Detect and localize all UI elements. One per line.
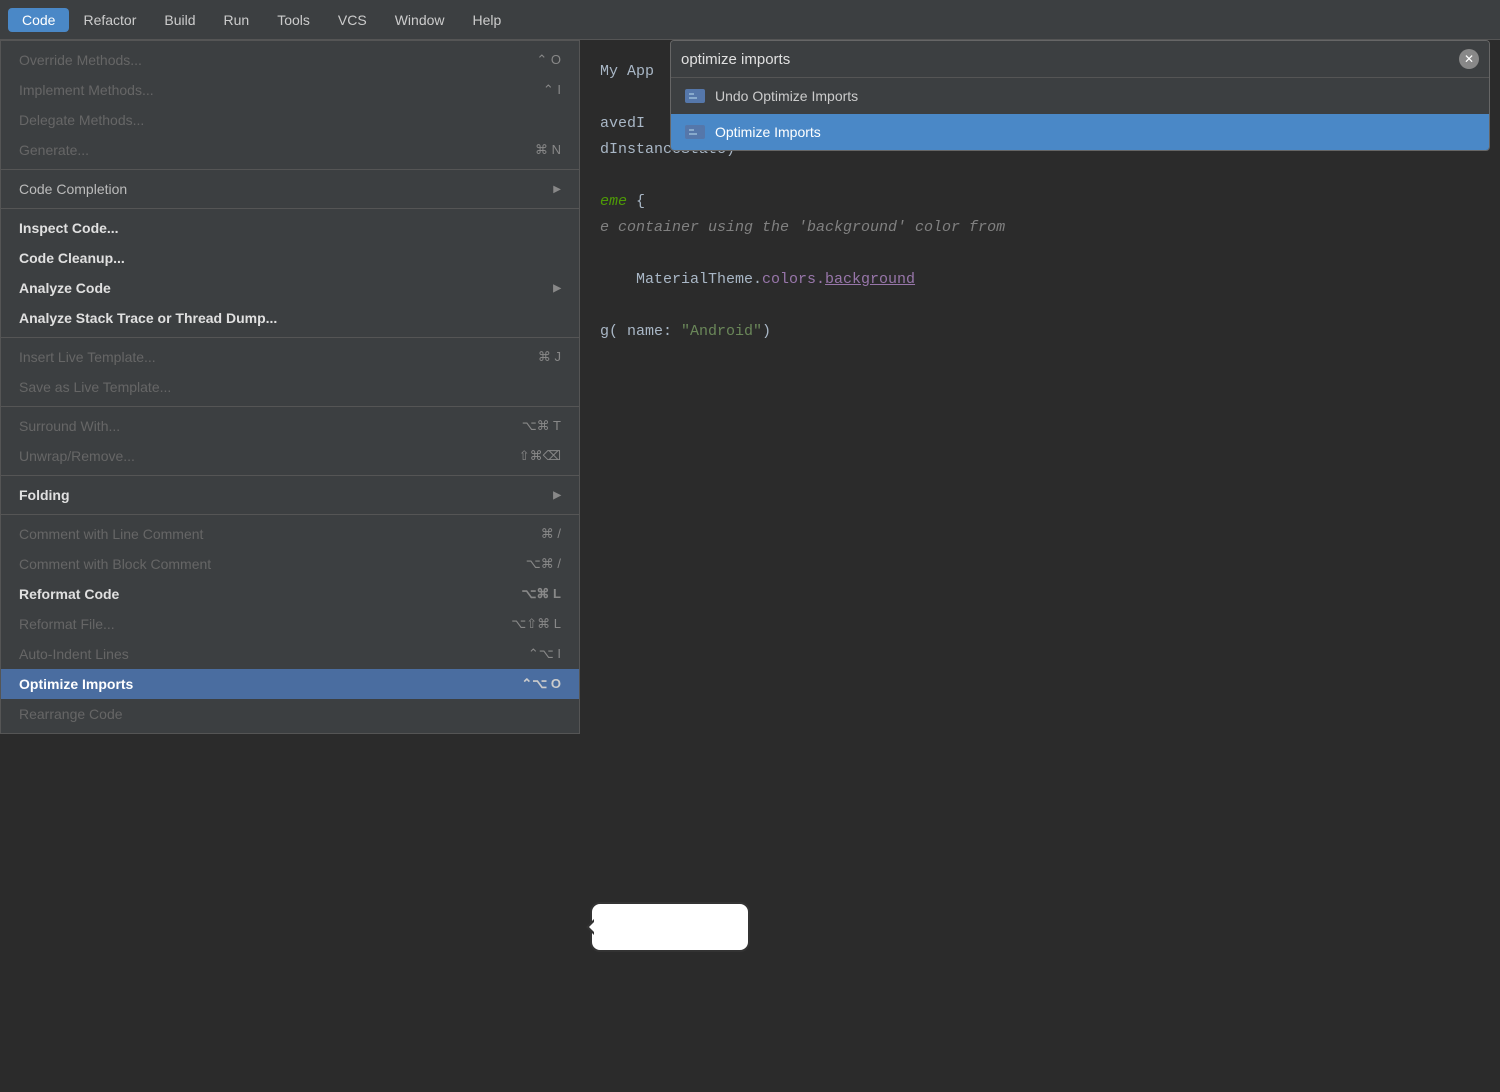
menu-item-surround-with[interactable]: Surround With... ⌥⌘ T [1,411,579,441]
chevron-right-icon: ▶ [553,283,561,294]
menu-item-shortcut: ⌥⇧⌘ L [511,616,561,632]
menu-item-label: Generate... [19,142,89,158]
menu-item-label: Optimize Imports [19,676,133,692]
menu-item-shortcut: ⌃⌥ O [521,676,561,692]
menu-item-shortcut: ⌘ J [538,349,561,365]
menu-item-auto-indent[interactable]: Auto-Indent Lines ⌃⌥ I [1,639,579,669]
menu-item-label: Rearrange Code [19,706,123,722]
code-line-7: e container using the 'background' color… [600,216,1480,240]
code-line-10 [600,294,1480,318]
menubar-item-window[interactable]: Window [381,8,459,32]
menu-item-shortcut: ⇧⌘⌫ [519,448,561,464]
menu-item-label: Inspect Code... [19,220,119,236]
result-icon [685,89,705,103]
menu-item-label: Analyze Stack Trace or Thread Dump... [19,310,277,326]
menu-item-delegate-methods[interactable]: Delegate Methods... [1,105,579,135]
separator-3 [1,337,579,338]
menu-item-label: Insert Live Template... [19,349,156,365]
menu-item-shortcut: ⌃⌥ I [528,646,561,662]
menu-item-folding[interactable]: Folding ▶ [1,480,579,510]
menubar-item-run[interactable]: Run [210,8,264,32]
code-line-5 [600,164,1480,188]
menu-item-code-cleanup[interactable]: Code Cleanup... [1,243,579,273]
menu-item-analyze-code[interactable]: Analyze Code ▶ [1,273,579,303]
menu-item-generate[interactable]: Generate... ⌘ N [1,135,579,165]
menu-item-unwrap-remove[interactable]: Unwrap/Remove... ⇧⌘⌫ [1,441,579,471]
menu-item-label: Delegate Methods... [19,112,144,128]
menu-item-shortcut: ⌥⌘ L [521,586,561,602]
separator-6 [1,514,579,515]
search-result-optimize[interactable]: Optimize Imports [671,114,1489,150]
separator-2 [1,208,579,209]
menubar: Code Refactor Build Run Tools VCS Window… [0,0,1500,40]
menubar-item-vcs[interactable]: VCS [324,8,381,32]
separator-4 [1,406,579,407]
menubar-item-code[interactable]: Code [8,8,69,32]
menu-item-label: Auto-Indent Lines [19,646,129,662]
menu-item-label: Analyze Code [19,280,111,296]
separator-1 [1,169,579,170]
menu-item-insert-live-template[interactable]: Insert Live Template... ⌘ J [1,342,579,372]
search-header: ✕ [671,41,1489,78]
search-close-button[interactable]: ✕ [1459,49,1479,69]
menu-item-label: Code Completion [19,181,127,197]
menu-item-comment-block[interactable]: Comment with Block Comment ⌥⌘ / [1,549,579,579]
menu-item-reformat-file[interactable]: Reformat File... ⌥⇧⌘ L [1,609,579,639]
menu-item-implement-methods[interactable]: Implement Methods... ⌃ I [1,75,579,105]
menu-item-comment-line[interactable]: Comment with Line Comment ⌘ / [1,519,579,549]
code-line-8 [600,242,1480,266]
menu-item-rearrange-code[interactable]: Rearrange Code [1,699,579,729]
menu-item-shortcut: ⌘ N [535,142,561,158]
result-icon [685,125,705,139]
menu-item-label: Comment with Block Comment [19,556,211,572]
menubar-item-build[interactable]: Build [150,8,209,32]
tooltip-bubble [590,902,750,952]
menu-item-code-completion[interactable]: Code Completion ▶ [1,174,579,204]
menu-item-shortcut: ⌥⌘ / [526,556,561,572]
result-label: Optimize Imports [715,124,821,140]
menubar-item-tools[interactable]: Tools [263,8,324,32]
menu-item-override-methods[interactable]: Override Methods... ⌃ O [1,45,579,75]
menu-item-label: Save as Live Template... [19,379,171,395]
menu-item-shortcut: ⌥⌘ T [522,418,561,434]
code-line-9: MaterialTheme.colors.background [600,268,1480,292]
menu-item-label: Surround With... [19,418,120,434]
menu-item-shortcut: ⌃ I [543,82,561,98]
menubar-item-refactor[interactable]: Refactor [69,8,150,32]
menu-item-label: Code Cleanup... [19,250,125,266]
menubar-item-help[interactable]: Help [459,8,516,32]
menu-item-inspect-code[interactable]: Inspect Code... [1,213,579,243]
menu-item-label: Override Methods... [19,52,142,68]
menu-item-shortcut: ⌃ O [536,52,561,68]
search-result-undo-optimize[interactable]: Undo Optimize Imports [671,78,1489,114]
menu-item-optimize-imports[interactable]: Optimize Imports ⌃⌥ O [1,669,579,699]
search-popup: ✕ Undo Optimize Imports Optimize Imports [670,40,1490,151]
result-label: Undo Optimize Imports [715,88,858,104]
code-line-6: eme { [600,190,1480,214]
chevron-right-icon: ▶ [553,490,561,501]
menu-item-save-live-template[interactable]: Save as Live Template... [1,372,579,402]
code-line-11: g( name: "Android") [600,320,1480,344]
menu-item-label: Reformat File... [19,616,115,632]
menu-item-label: Unwrap/Remove... [19,448,135,464]
menu-item-shortcut: ⌘ / [541,526,561,542]
menu-item-label: Implement Methods... [19,82,154,98]
menu-item-label: Reformat Code [19,586,119,602]
menu-item-analyze-stack-trace[interactable]: Analyze Stack Trace or Thread Dump... [1,303,579,333]
search-input[interactable] [681,51,1459,68]
menu-item-label: Folding [19,487,70,503]
code-line-12 [600,346,1480,370]
code-menu: Override Methods... ⌃ O Implement Method… [0,40,580,734]
chevron-right-icon: ▶ [553,184,561,195]
menu-item-reformat-code[interactable]: Reformat Code ⌥⌘ L [1,579,579,609]
separator-5 [1,475,579,476]
menu-item-label: Comment with Line Comment [19,526,203,542]
